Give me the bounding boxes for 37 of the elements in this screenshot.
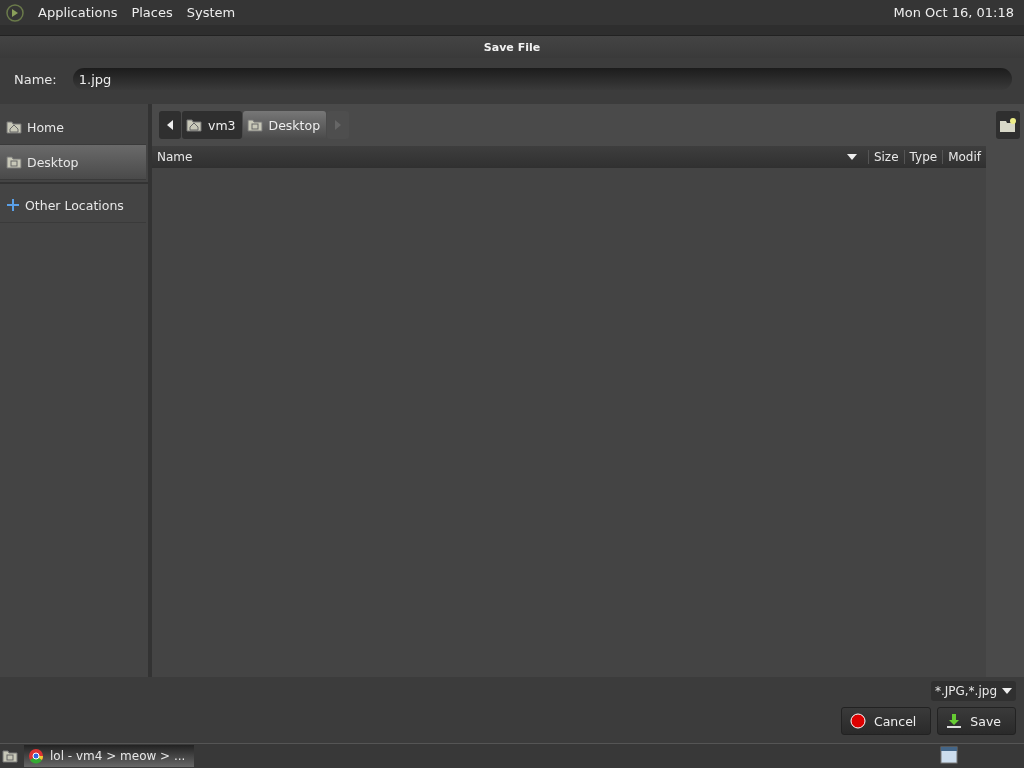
logo-icon[interactable] [6,3,24,22]
column-heading[interactable]: Type [903,150,943,164]
sort-arrow-icon [846,154,857,160]
home-folder-icon [6,120,22,134]
save-button[interactable]: Save [937,707,1016,735]
panel-menu[interactable]: Applications [38,5,118,20]
dialog-title: Save File [483,40,541,54]
plus-icon [6,198,20,212]
path-button[interactable]: vm3 [182,111,242,139]
column-heading[interactable]: Size [867,150,904,164]
name-field[interactable]: 1.jpg [72,68,1012,90]
caret-icon [1002,688,1012,694]
filter-dropdown[interactable]: *.JPG,*.jpg [930,681,1016,701]
browser-icon [28,748,44,764]
home-folder-icon [186,118,202,132]
column-heading[interactable]: Modif [942,150,986,164]
taskbar-item[interactable]: lol - vm4 > meow > ... [24,745,194,767]
clock[interactable]: Mon Oct 16, 01:18 [893,5,1018,20]
stop-icon [849,713,866,729]
window-icon[interactable] [940,745,958,764]
name-label: Name: [14,71,57,87]
desktop-folder-icon [246,118,263,132]
download-icon [946,713,963,729]
left-arrow-icon [167,120,173,130]
path-button[interactable]: Desktop [242,111,327,139]
back-button[interactable] [159,111,181,139]
sidebar-item[interactable]: Desktop [0,145,146,180]
sidebar-item[interactable]: Other Locations [0,188,146,223]
folder-icon [2,749,18,763]
new-folder-icon [999,117,1017,133]
new-folder-button[interactable] [996,111,1020,139]
panel-menu[interactable]: System [186,5,236,20]
panel-menu[interactable]: Places [131,5,173,20]
right-arrow-icon [335,120,342,130]
column-heading[interactable]: Name [152,150,868,164]
desktop-folder-icon [6,155,22,169]
cancel-button[interactable]: Cancel [840,707,932,735]
